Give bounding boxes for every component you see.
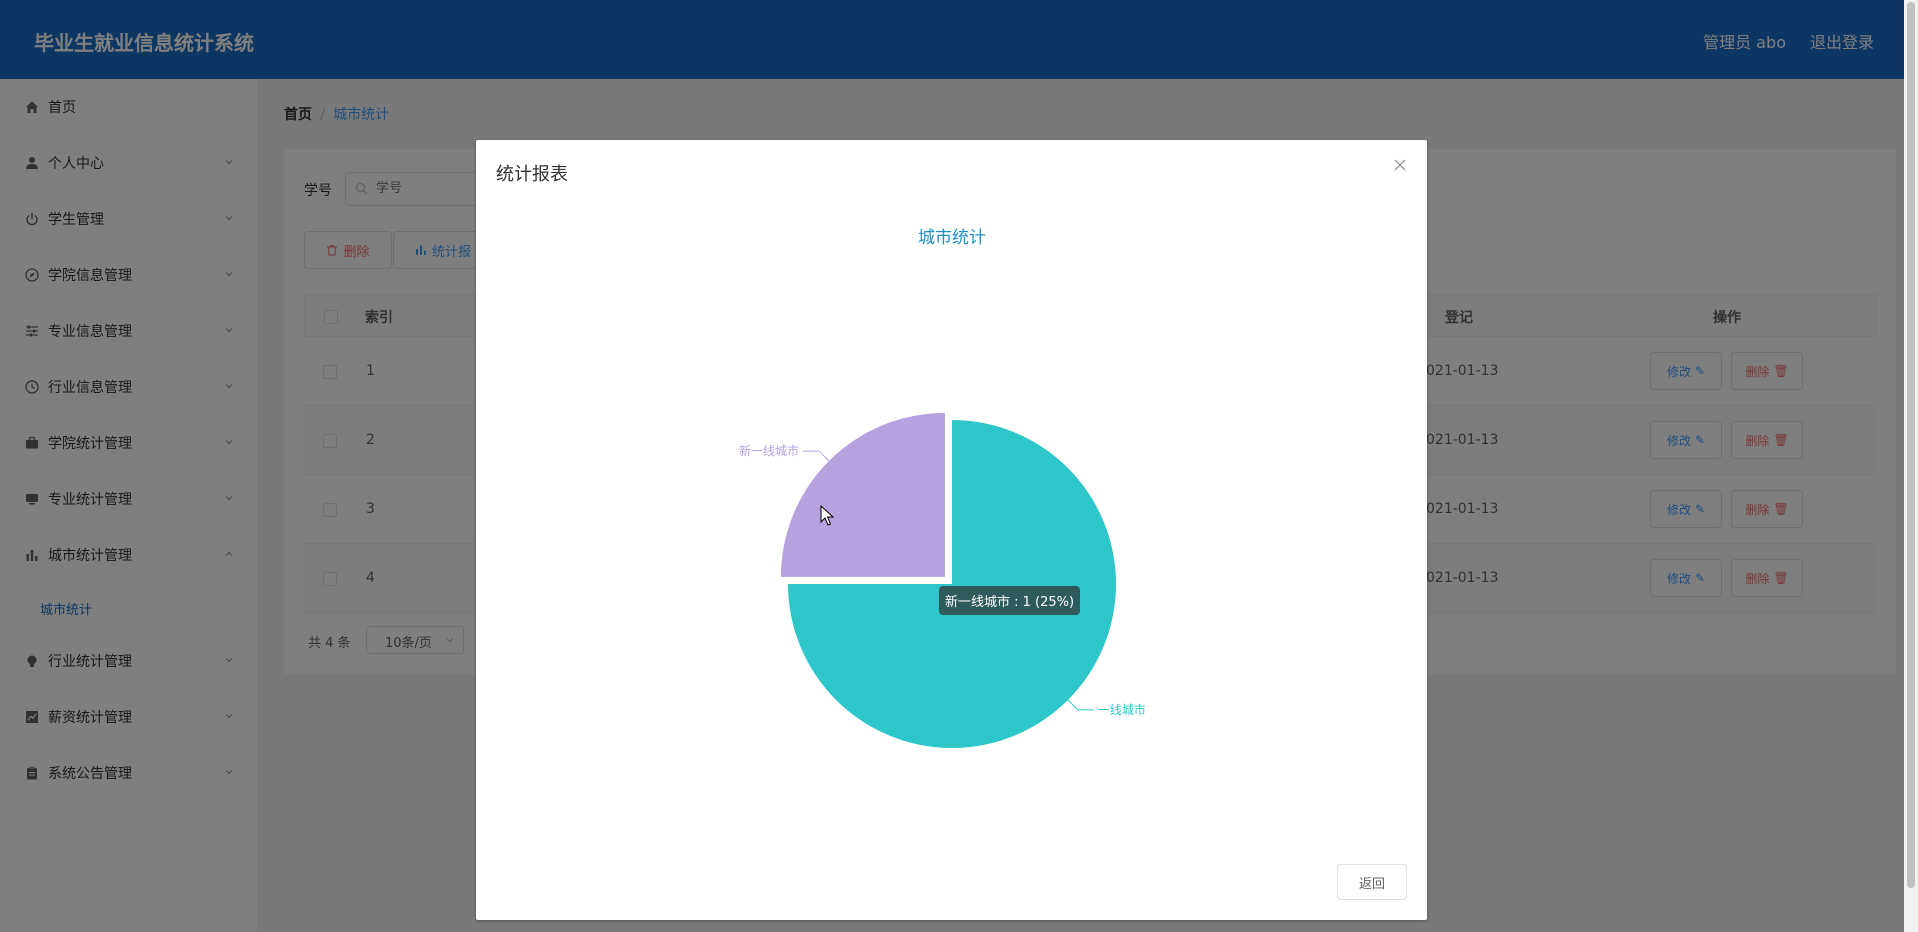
pie-label-line-1 xyxy=(1067,699,1094,711)
mouse-cursor-icon xyxy=(820,505,834,526)
city-pie-chart: 城市统计 新一线城市一线城市 xyxy=(739,228,1146,748)
chart-title: 城市统计 xyxy=(918,228,986,248)
chart-tooltip: 新一线城市 : 1 (25%) xyxy=(939,586,1081,615)
pie-slice-0[interactable] xyxy=(780,412,945,577)
pie-label-line-0 xyxy=(803,450,830,462)
pie-label-1: 一线城市 xyxy=(1098,702,1146,717)
pie-label-0: 新一线城市 xyxy=(739,443,799,458)
